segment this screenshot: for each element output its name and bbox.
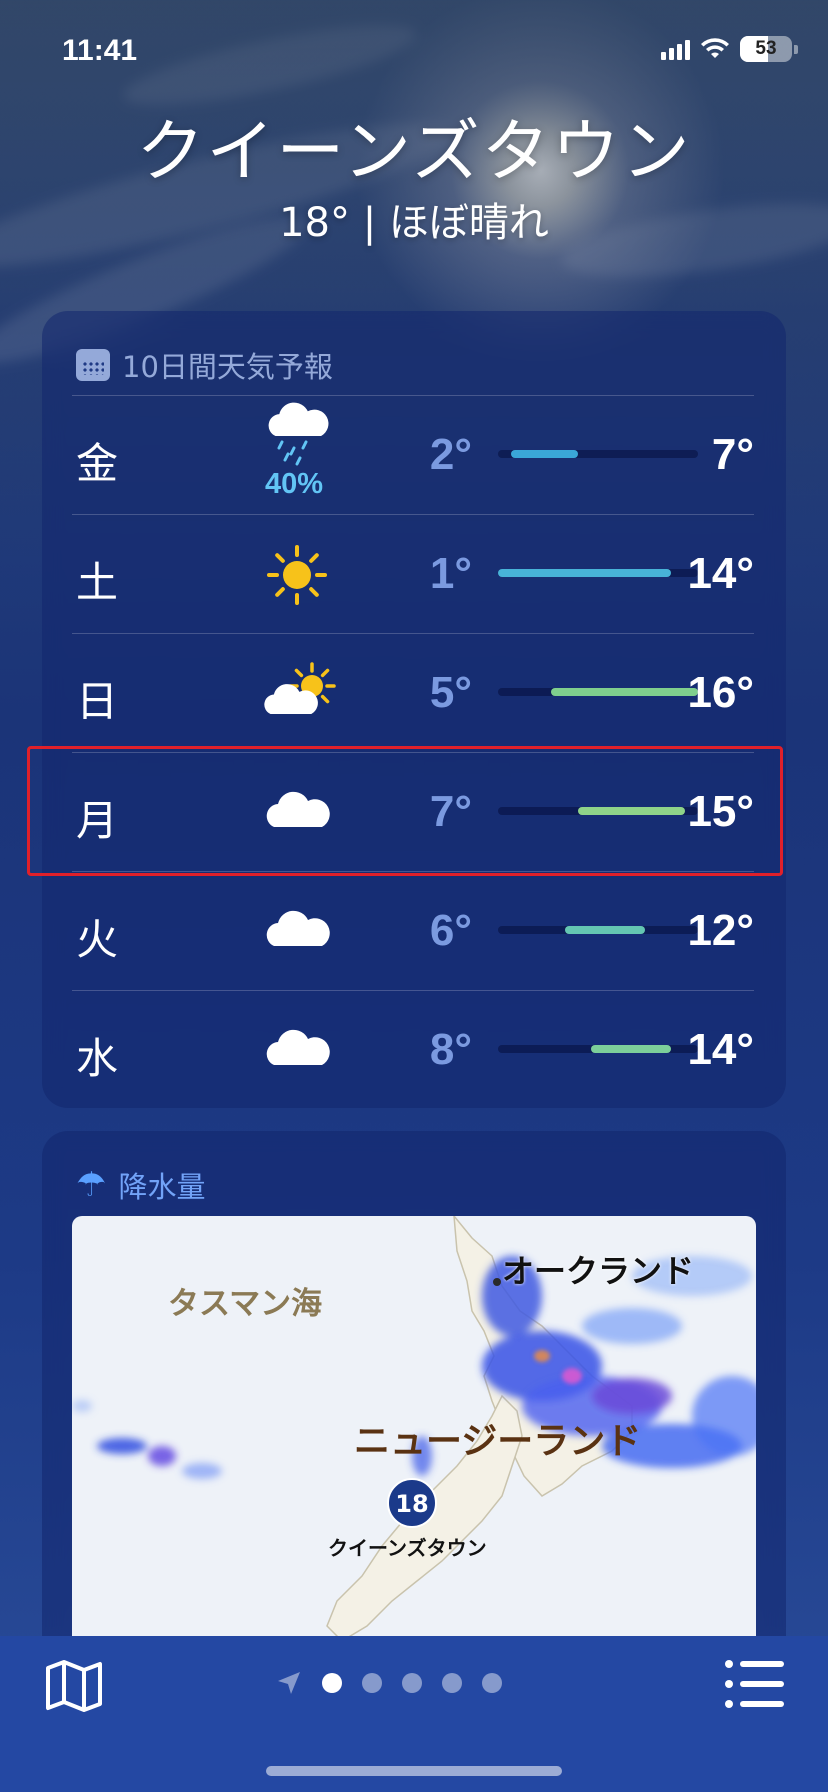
- temp-range-track: [498, 926, 698, 934]
- forecast-row[interactable]: 日 5° 16°: [72, 633, 754, 752]
- status-bar: 11:41 53: [0, 28, 828, 72]
- page-dot[interactable]: [442, 1673, 462, 1693]
- auckland-marker: [493, 1278, 501, 1286]
- page-dot[interactable]: [322, 1673, 342, 1693]
- precip-header: ☂ 降水量: [42, 1131, 786, 1215]
- temp-range-bar: [511, 450, 578, 458]
- high-temp: 14°: [687, 1025, 754, 1074]
- temp-range-track: [498, 688, 698, 696]
- high-temp: 14°: [687, 549, 754, 598]
- low-temp: 5°: [429, 668, 472, 717]
- map-icon[interactable]: [44, 1658, 104, 1714]
- battery-percent: 53: [755, 38, 777, 59]
- page-dot[interactable]: [362, 1673, 382, 1693]
- wifi-icon: [701, 38, 729, 58]
- temp-range-track: [498, 1045, 698, 1053]
- current-conditions: 18° | ほぼ晴れ: [279, 200, 549, 246]
- low-temp: 6°: [429, 906, 472, 955]
- city-name: クイーンズタウン: [136, 113, 692, 192]
- forecast-row[interactable]: 土 1° 14°: [72, 514, 754, 633]
- pin-city-label: クイーンズタウン: [328, 1536, 487, 1560]
- location-arrow-icon[interactable]: [276, 1670, 302, 1696]
- page-dot[interactable]: [482, 1673, 502, 1693]
- partly-sunny-icon: [242, 654, 352, 734]
- list-icon[interactable]: [724, 1658, 784, 1710]
- forecast-day: 水: [76, 1034, 119, 1083]
- page-indicator[interactable]: [276, 1670, 502, 1696]
- battery-nub: [794, 45, 798, 54]
- temp-range-track: [498, 450, 698, 458]
- temp-range-bar: [498, 569, 672, 577]
- sea-label: タスマン海: [168, 1286, 323, 1322]
- precip-map[interactable]: タスマン海 オークランド ニュージーランド 18 クイーンズタウン: [72, 1216, 756, 1676]
- forecast-row[interactable]: 水 8° 14°: [72, 990, 754, 1109]
- precip-title: 降水量: [118, 1170, 206, 1204]
- ten-day-forecast-card[interactable]: 10日間天気予報 金 40% 2° 7° 土 1° 14° 日 5° 16° 月…: [42, 311, 786, 1108]
- calendar-icon: [76, 349, 110, 381]
- temp-range-bar: [551, 688, 698, 696]
- forecast-day: 金: [76, 439, 119, 488]
- temp-range-track: [498, 569, 698, 577]
- cellular-signal-icon: [661, 38, 690, 60]
- forecast-row[interactable]: 金 40% 2° 7°: [72, 395, 754, 514]
- low-temp: 8°: [429, 1025, 472, 1074]
- forecast-day: 日: [76, 677, 119, 726]
- bottom-toolbar: [0, 1636, 828, 1792]
- sun-icon: [242, 535, 352, 615]
- low-temp: 2°: [429, 430, 472, 479]
- high-temp: 16°: [687, 668, 754, 717]
- forecast-day: 土: [76, 558, 119, 607]
- forecast-title: 10日間天気予報: [122, 350, 333, 384]
- home-indicator[interactable]: [266, 1766, 562, 1776]
- pin-temperature: 18: [395, 1490, 429, 1518]
- high-temp: 7°: [711, 430, 754, 479]
- high-temp: 12°: [687, 906, 754, 955]
- forecast-day: 火: [76, 915, 119, 964]
- country-label: ニュージーランド: [354, 1421, 642, 1462]
- cloud-icon: [242, 1011, 352, 1091]
- status-icons: 53: [661, 36, 798, 62]
- battery-icon: 53: [740, 36, 798, 62]
- umbrella-icon: ☂: [76, 1165, 107, 1205]
- forecast-row[interactable]: 火 6° 12°: [72, 871, 754, 990]
- low-temp: 1°: [429, 549, 472, 598]
- auckland-label: オークランド: [502, 1252, 695, 1290]
- cloud-icon: [242, 892, 352, 972]
- row-highlight-box: [27, 746, 783, 876]
- forecast-header: 10日間天気予報: [42, 311, 786, 395]
- status-time: 11:41: [62, 34, 138, 67]
- precip-chance: 40%: [264, 468, 324, 500]
- page-dot[interactable]: [402, 1673, 422, 1693]
- temp-range-bar: [591, 1045, 672, 1053]
- temp-range-bar: [564, 926, 645, 934]
